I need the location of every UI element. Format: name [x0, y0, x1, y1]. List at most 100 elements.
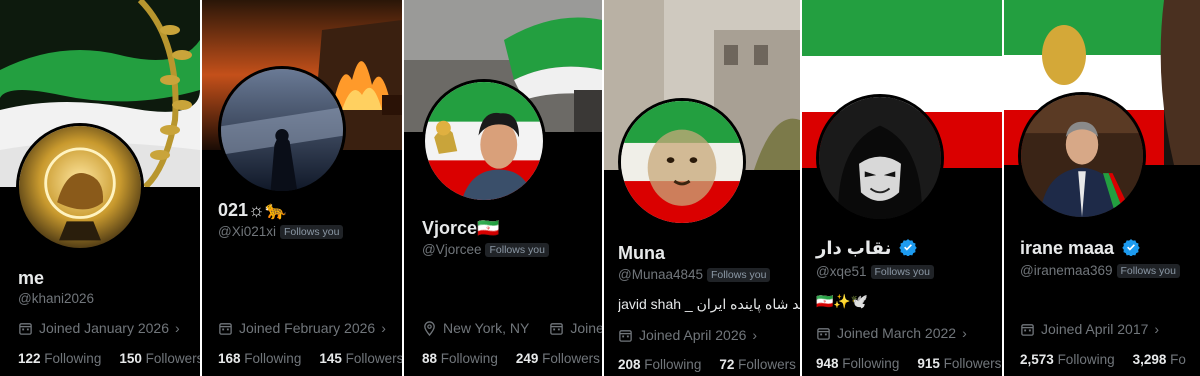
follows-you-badge: Follows you — [279, 224, 344, 239]
joined-row[interactable]: Joined April 2026 › — [618, 327, 757, 343]
profile-avatar[interactable] — [16, 123, 144, 251]
following-link[interactable]: 88 Following — [422, 351, 498, 366]
profile-avatar[interactable] — [422, 79, 546, 203]
profile-avatar[interactable] — [218, 66, 346, 194]
handle: @khani2026 — [18, 291, 95, 306]
followers-label: Followers — [738, 357, 796, 372]
handle-row: @Munaa4845 Follows you — [618, 267, 771, 282]
chevron-right-icon: › — [962, 325, 967, 341]
following-link[interactable]: 2,573 Following — [1020, 352, 1115, 367]
handle: @Xi021xi — [218, 224, 276, 239]
bio: javid shah _ جاوید شاه پاینده ایران — [618, 296, 800, 312]
handle: @iranemaa369 — [1020, 263, 1113, 278]
following-count: 948 — [816, 356, 839, 371]
profile-avatar[interactable] — [618, 98, 746, 226]
follows-you-badge: Follows you — [485, 242, 549, 257]
profile-card-irane-maaa[interactable]: irane maaa @iranemaa369 Follows you Join… — [1004, 0, 1200, 376]
followers-count: 249 — [515, 351, 539, 366]
following-label: Following — [842, 356, 900, 371]
handle-row: @iranemaa369 Follows you — [1020, 263, 1180, 278]
profile-avatar[interactable] — [1018, 92, 1146, 220]
following-link[interactable]: 208 Following — [618, 357, 701, 372]
display-name: نقاب دار — [816, 238, 918, 259]
calendar-icon — [817, 327, 830, 340]
following-link[interactable]: 948 Following — [816, 356, 899, 371]
display-name-text: نقاب دار — [816, 238, 892, 258]
followers-count: 150 — [119, 351, 142, 366]
profile-card-me[interactable]: me @khani2026 Joined January 2026 › 122 … — [0, 0, 200, 376]
followers-link[interactable]: 3,298 Fo — [1133, 352, 1186, 367]
calendar-icon — [1021, 323, 1034, 336]
verified-badge-icon — [1122, 239, 1140, 256]
followers-count: 72 — [719, 357, 735, 372]
calendar-icon — [550, 322, 564, 335]
followers-label: Followers — [345, 351, 402, 366]
display-name: 021☼🐆 — [218, 200, 287, 220]
calendar-icon — [19, 322, 32, 335]
display-name-text: irane maaa — [1020, 238, 1115, 258]
handle-row: @Xi021xi Follows you — [218, 224, 344, 239]
location-pin-icon — [424, 320, 435, 336]
followers-link[interactable]: 150 Followers — [119, 351, 200, 366]
following-label: Following — [44, 351, 102, 366]
following-count: 122 — [18, 351, 41, 366]
verified-badge-icon — [899, 239, 918, 256]
joined-date: Joined February 2026 — [239, 320, 376, 336]
following-label: Following — [244, 351, 302, 366]
joined-row[interactable]: Joined February 2026 › — [218, 320, 386, 336]
profile-card-vjorce[interactable]: Vjorce🇮🇷 @Vjorcee Follows you New York, … — [404, 0, 602, 376]
joined-row[interactable]: Joined January 2026 › — [18, 320, 180, 336]
followers-link[interactable]: 145 Followers — [319, 351, 402, 366]
chevron-right-icon: › — [175, 320, 180, 336]
follows-you-badge: Follows you — [870, 264, 934, 279]
chevron-right-icon: › — [752, 327, 758, 343]
chevron-right-icon: › — [1154, 321, 1160, 337]
stats-row: 122 Following 150 Followers — [18, 351, 200, 366]
joined-date[interactable]: Joined — [570, 320, 602, 336]
joined-date: Joined April 2017 — [1041, 321, 1149, 337]
handle-row: @Vjorcee Follows you — [422, 242, 549, 257]
followers-link[interactable]: 915 Followers — [917, 356, 1001, 371]
joined-row[interactable]: Joined March 2022 › — [816, 325, 967, 341]
joined-row[interactable]: Joined April 2017 › — [1020, 321, 1159, 337]
stats-row: 168 Following 145 Followers — [218, 351, 402, 366]
calendar-icon — [219, 322, 232, 335]
calendar-icon — [619, 329, 632, 342]
followers-link[interactable]: 249 Followers — [516, 351, 600, 366]
handle: @xqe51 — [816, 264, 867, 279]
followers-count: 915 — [917, 356, 940, 371]
profile-card-neghab-dar[interactable]: نقاب دار @xqe51 Follows you 🇮🇷✨🕊️ Joined… — [802, 0, 1002, 376]
joined-date: Joined March 2022 — [837, 325, 957, 341]
follows-you-badge: Follows you — [707, 267, 771, 282]
profile-card-muna[interactable]: Muna @Munaa4845 Follows you javid shah _… — [604, 0, 800, 376]
following-count: 168 — [218, 351, 241, 366]
display-name: Vjorce🇮🇷 — [422, 218, 500, 238]
handle-row: @xqe51 Follows you — [816, 264, 934, 279]
followers-count: 145 — [319, 351, 342, 366]
following-label: Following — [440, 351, 498, 366]
stats-row: 948 Following 915 Followers — [816, 356, 1001, 371]
following-label: Following — [1057, 352, 1115, 367]
following-count: 88 — [422, 351, 438, 366]
following-count: 208 — [618, 357, 641, 372]
following-link[interactable]: 122 Following — [18, 351, 101, 366]
followers-link[interactable]: 72 Followers — [719, 357, 796, 372]
display-name: irane maaa — [1020, 238, 1140, 259]
location: New York, NY — [443, 320, 530, 336]
profile-card-021[interactable]: 021☼🐆 @Xi021xi Follows you Joined Februa… — [202, 0, 402, 376]
stats-row: 2,573 Following 3,298 Fo — [1020, 352, 1186, 367]
location-row: New York, NY Joined — [422, 320, 602, 336]
display-name: Muna — [618, 243, 665, 263]
followers-label: Fo — [1170, 352, 1186, 367]
bio: 🇮🇷✨🕊️ — [816, 293, 869, 309]
chevron-right-icon: › — [381, 320, 386, 336]
followers-label: Followers — [542, 351, 600, 366]
follows-you-badge: Follows you — [1116, 263, 1180, 278]
stats-row: 208 Following 72 Followers — [618, 357, 796, 372]
following-count: 2,573 — [1020, 352, 1054, 367]
following-label: Following — [644, 357, 702, 372]
following-link[interactable]: 168 Following — [218, 351, 301, 366]
profile-avatar[interactable] — [816, 94, 944, 222]
display-name: me — [18, 268, 45, 288]
joined-date: Joined January 2026 — [39, 320, 169, 336]
